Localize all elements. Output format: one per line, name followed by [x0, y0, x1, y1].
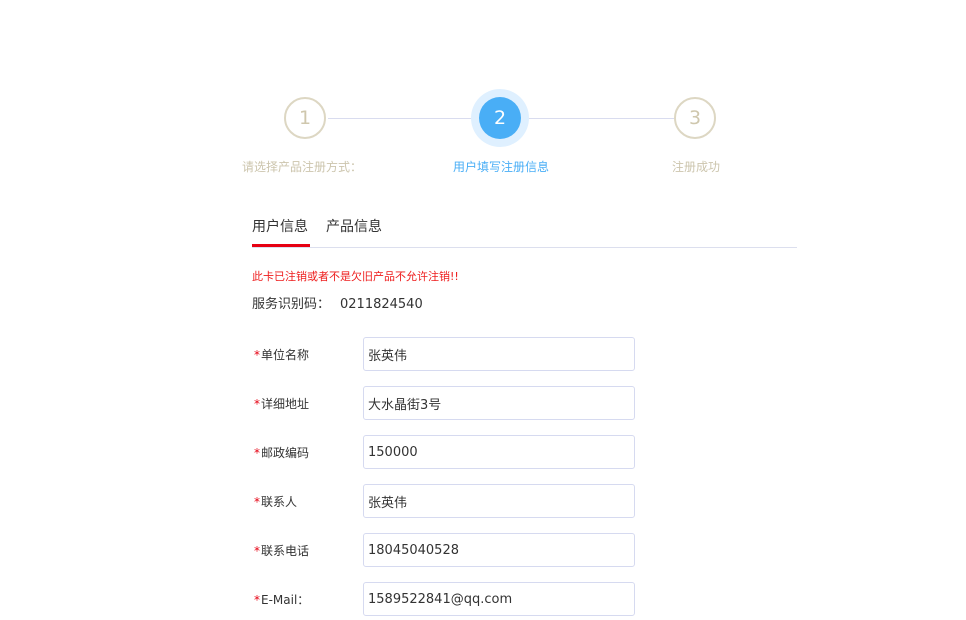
- required-asterisk: *: [254, 446, 260, 460]
- company-name-input[interactable]: [363, 337, 635, 371]
- step-connector-1-2: [328, 118, 474, 119]
- tab-product-info[interactable]: 产品信息: [326, 217, 382, 237]
- postal-code-label: 邮政编码: [261, 446, 310, 460]
- required-asterisk: *: [254, 593, 260, 607]
- tab-user-info[interactable]: 用户信息: [252, 217, 308, 237]
- postal-code-input[interactable]: [363, 435, 635, 469]
- form-row-contact-person: *联系人: [254, 484, 674, 520]
- step-connector-2-3: [528, 118, 674, 119]
- field-label: *E-Mail：: [254, 591, 309, 609]
- field-label: *联系人: [254, 493, 297, 511]
- form-row-company-name: *单位名称: [254, 337, 674, 373]
- step-3-circle: 3: [674, 97, 716, 139]
- phone-input[interactable]: [363, 533, 635, 567]
- service-code-label: 服务识别码：: [252, 297, 331, 312]
- required-asterisk: *: [254, 397, 260, 411]
- warning-message: 此卡已注销或者不是欠旧产品不允许注销!!: [252, 270, 459, 283]
- email-label: E-Mail：: [261, 593, 310, 607]
- form-row-address: *详细地址: [254, 386, 674, 422]
- service-code-value: 0211824540: [340, 297, 423, 312]
- address-label: 详细地址: [261, 397, 310, 411]
- field-label: *联系电话: [254, 542, 309, 560]
- phone-label: 联系电话: [261, 544, 310, 558]
- address-input[interactable]: [363, 386, 635, 420]
- info-tabs: 用户信息 产品信息: [252, 215, 797, 248]
- required-asterisk: *: [254, 348, 260, 362]
- active-tab-indicator: [252, 244, 310, 247]
- field-label: *邮政编码: [254, 444, 309, 462]
- required-asterisk: *: [254, 544, 260, 558]
- service-code-row: 服务识别码： 0211824540: [252, 296, 423, 314]
- step-3-label: 注册成功: [671, 160, 720, 174]
- contact-person-input[interactable]: [363, 484, 635, 518]
- form-row-email: *E-Mail：: [254, 582, 674, 618]
- step-2-label: 用户填写注册信息: [452, 160, 549, 174]
- step-2-circle: 2: [479, 97, 521, 139]
- step-1-circle: 1: [284, 97, 326, 139]
- contact-person-label: 联系人: [261, 495, 298, 509]
- form-row-phone: *联系电话: [254, 533, 674, 569]
- form-row-postal-code: *邮政编码: [254, 435, 674, 471]
- email-input[interactable]: [363, 582, 635, 616]
- required-asterisk: *: [254, 495, 260, 509]
- company-name-label: 单位名称: [261, 348, 310, 362]
- step-1-label: 请选择产品注册方式：: [241, 160, 362, 174]
- field-label: *单位名称: [254, 346, 309, 364]
- field-label: *详细地址: [254, 395, 309, 413]
